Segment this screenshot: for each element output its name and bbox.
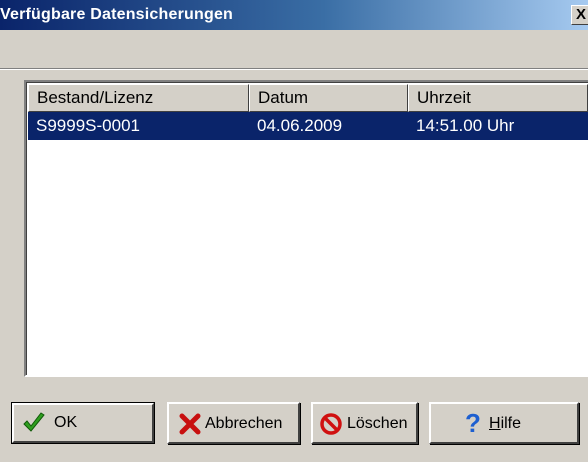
cell-uhrzeit: 14:51.00 Uhr: [416, 116, 515, 135]
check-icon: [22, 411, 46, 440]
no-entry-icon: [319, 412, 343, 441]
close-icon: X: [576, 6, 587, 23]
column-header-uhrzeit[interactable]: Uhrzeit: [408, 84, 588, 112]
table-row[interactable]: S9999S-0001 04.06.2009 14:51.00 Uhr: [28, 112, 588, 140]
ok-label: OK: [54, 414, 78, 431]
window-title: Verfügbare Datensicherungen: [0, 6, 234, 23]
cell-bestand: S9999S-0001: [36, 116, 140, 135]
column-header-bestand[interactable]: Bestand/Lizenz: [28, 84, 249, 112]
cancel-button[interactable]: Abbrechen: [167, 402, 300, 444]
delete-button[interactable]: Löschen: [311, 402, 418, 444]
help-label: Hilfe: [489, 415, 522, 432]
separator: [0, 68, 588, 70]
help-button[interactable]: ? Hilfe: [429, 402, 579, 444]
cell-datum: 04.06.2009: [257, 116, 343, 135]
question-icon: ?: [465, 408, 481, 438]
ok-button[interactable]: OK: [11, 402, 155, 444]
list-header: Bestand/Lizenz Datum Uhrzeit: [28, 84, 588, 112]
close-button[interactable]: X: [571, 5, 588, 25]
delete-label: Löschen: [347, 415, 408, 432]
cancel-label: Abbrechen: [205, 415, 283, 432]
x-icon: [179, 412, 201, 441]
backup-list[interactable]: Bestand/Lizenz Datum Uhrzeit S9999S-0001…: [24, 80, 588, 377]
title-bar: Verfügbare Datensicherungen X: [0, 0, 588, 30]
column-header-datum[interactable]: Datum: [249, 84, 408, 112]
